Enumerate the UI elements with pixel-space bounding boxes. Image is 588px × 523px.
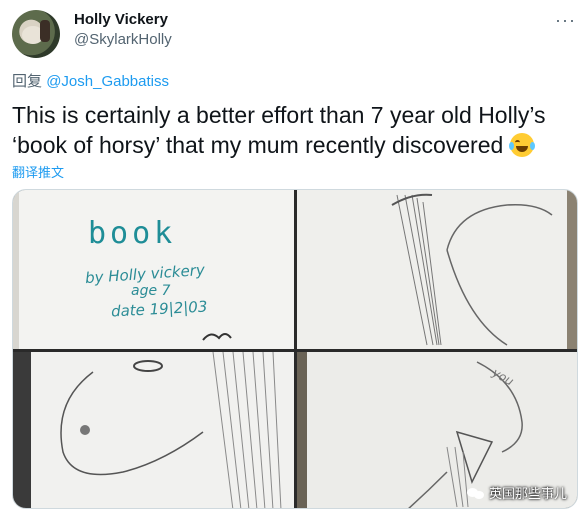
tweet-text: This is certainly a better effort than 7… bbox=[12, 100, 578, 160]
translate-tweet-link[interactable]: 翻译推文 bbox=[12, 162, 64, 181]
avatar-figure-2 bbox=[40, 20, 50, 42]
horse-face-drawing bbox=[13, 352, 294, 508]
tweet-text-body: This is certainly a better effort than 7… bbox=[12, 102, 546, 158]
avatar[interactable] bbox=[12, 10, 60, 58]
author-handle[interactable]: @SkylarkHolly bbox=[74, 31, 172, 48]
horse-sketch-drawing bbox=[297, 190, 577, 349]
photo-horse-sketch-1[interactable] bbox=[297, 190, 577, 349]
wechat-icon bbox=[466, 486, 485, 500]
photo-book-cover[interactable]: book by Holly vickery age 7 date 19|2|03 bbox=[13, 190, 294, 349]
watermark-text: 英国那些事儿 bbox=[488, 486, 567, 501]
tweet-header: Holly Vickery @SkylarkHolly ··· bbox=[12, 8, 576, 58]
cover-age-line: age 7 bbox=[131, 283, 171, 299]
reply-prefix: 回复 bbox=[12, 73, 43, 90]
watermark: 英国那些事儿 bbox=[466, 483, 567, 502]
media-grid: book by Holly vickery age 7 date 19|2|03 bbox=[12, 189, 578, 509]
cover-title: book bbox=[88, 216, 177, 251]
reply-context: 回复 @Josh_Gabbatiss bbox=[12, 70, 169, 91]
reply-mention-link[interactable]: @Josh_Gabbatiss bbox=[46, 73, 169, 90]
more-options-icon[interactable]: ··· bbox=[555, 10, 576, 31]
author-name[interactable]: Holly Vickery bbox=[74, 11, 168, 28]
face-with-tears-of-joy-icon bbox=[508, 133, 535, 157]
photo-horse-sketch-2[interactable] bbox=[13, 352, 294, 508]
